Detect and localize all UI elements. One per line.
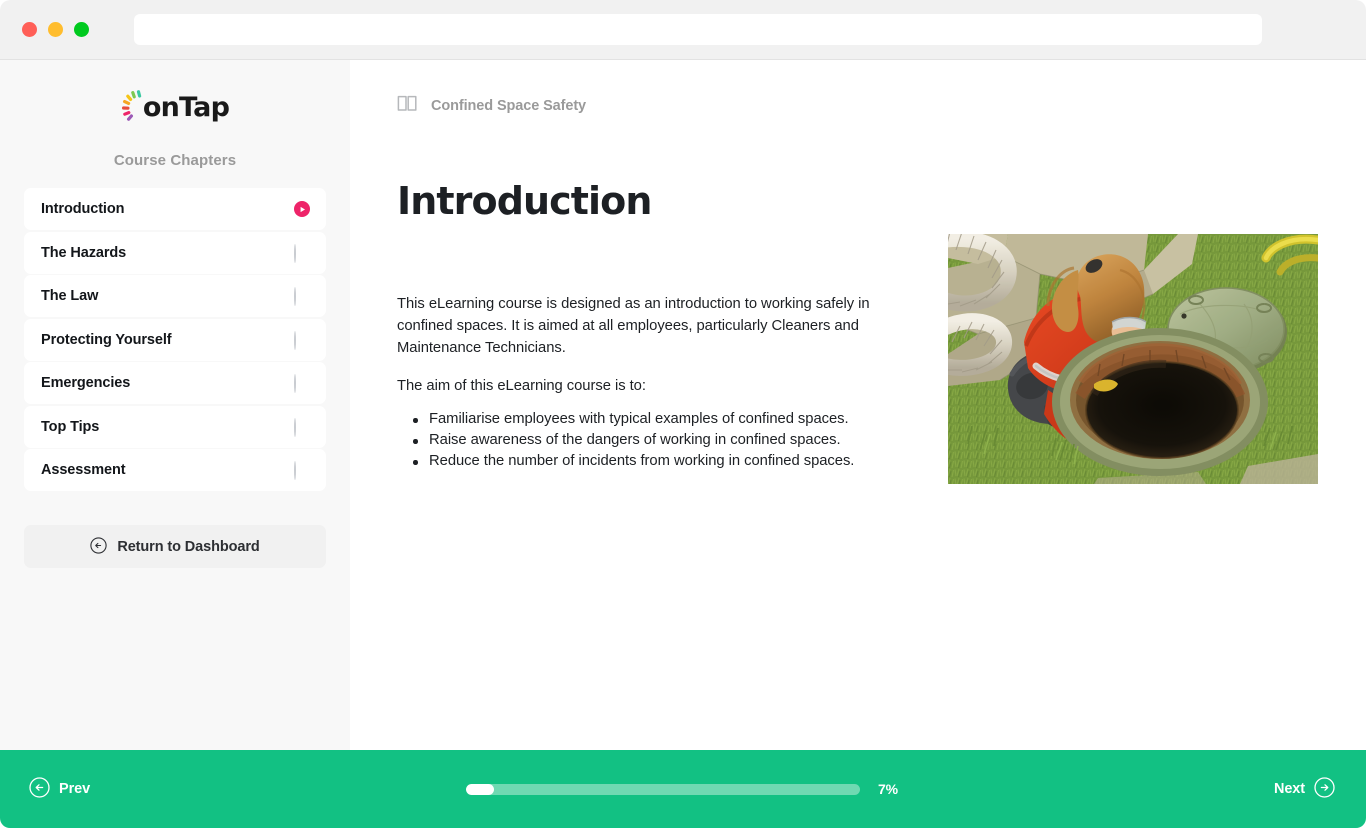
lesson-body: This eLearning course is designed as an …	[397, 294, 897, 472]
chapter-status-circle-icon[interactable]	[294, 374, 310, 393]
sidebar-item-emergencies[interactable]: Emergencies	[24, 362, 326, 404]
window-controls	[22, 22, 89, 37]
intro-paragraph: This eLearning course is designed as an …	[397, 296, 870, 356]
lesson-image	[948, 234, 1318, 484]
breadcrumb-label: Confined Space Safety	[431, 97, 587, 114]
browser-window: onTap Course Chapters Introduction The H…	[0, 0, 1366, 828]
progress-area: 7%	[466, 781, 898, 797]
book-icon	[397, 94, 418, 117]
chapter-label: Top Tips	[41, 418, 100, 435]
next-button[interactable]: Next	[1274, 777, 1335, 801]
return-to-dashboard-label: Return to Dashboard	[117, 538, 260, 555]
chapter-status-circle-icon[interactable]	[294, 243, 310, 263]
arrow-left-circle-icon	[90, 536, 107, 557]
sidebar: onTap Course Chapters Introduction The H…	[0, 60, 350, 750]
chapter-label: Introduction	[41, 201, 125, 217]
chapter-status-circle-icon[interactable]	[294, 417, 310, 437]
chapter-list: Introduction The Hazards The Law Protect…	[24, 188, 326, 493]
progress-bar-fill	[466, 783, 494, 795]
list-item: Raise awareness of the dangers of workin…	[397, 430, 897, 451]
sidebar-item-the-law[interactable]: The Law	[24, 275, 326, 317]
maximize-button[interactable]	[74, 22, 89, 37]
sidebar-item-the-hazards[interactable]: The Hazards	[24, 231, 326, 274]
arrow-left-circle-icon	[29, 777, 50, 801]
breadcrumb[interactable]: Confined Space Safety	[397, 94, 586, 117]
chapter-status-circle-icon[interactable]	[294, 461, 310, 480]
course-chapters-heading: Course Chapters	[113, 152, 237, 169]
sidebar-item-assessment[interactable]: Assessment	[24, 449, 326, 491]
progress-bar[interactable]	[466, 783, 860, 795]
aims-list: Familiarise employees with typical examp…	[397, 409, 897, 472]
address-bar[interactable]	[134, 14, 1262, 45]
sidebar-item-introduction[interactable]: Introduction	[24, 188, 326, 230]
list-item: Reduce the number of incidents from work…	[397, 451, 897, 472]
progress-percent-label: 7%	[878, 781, 899, 797]
page-body: onTap Course Chapters Introduction The H…	[0, 60, 1366, 828]
course-footer: Prev 7% Next	[0, 750, 1366, 828]
close-button[interactable]	[22, 22, 37, 37]
chapter-status-circle-icon[interactable]	[294, 330, 310, 350]
ontap-logo[interactable]: onTap	[0, 87, 350, 127]
chapter-label: Assessment	[41, 462, 126, 478]
arrow-right-circle-icon	[1314, 777, 1335, 801]
sidebar-item-top-tips[interactable]: Top Tips	[24, 405, 326, 448]
chapter-status-circle-icon[interactable]	[294, 287, 310, 306]
browser-title-bar	[0, 0, 1366, 60]
chapter-label: Emergencies	[41, 375, 131, 391]
minimize-button[interactable]	[48, 22, 63, 37]
chapter-label: Protecting Yourself	[41, 331, 172, 348]
page-title: Introduction	[397, 179, 652, 223]
logo-burst-icon	[121, 89, 147, 125]
return-to-dashboard-button[interactable]: Return to Dashboard	[24, 525, 326, 568]
chapter-label: The Law	[41, 288, 99, 304]
prev-button[interactable]: Prev	[29, 777, 90, 801]
chapter-status-play-icon[interactable]	[294, 201, 310, 217]
list-item: Familiarise employees with typical examp…	[397, 409, 897, 430]
aim-paragraph: The aim of this eLearning course is to:	[397, 378, 646, 395]
prev-label: Prev	[59, 781, 91, 797]
sidebar-item-protecting-yourself[interactable]: Protecting Yourself	[24, 318, 326, 361]
main-content: Confined Space Safety Introduction This …	[350, 60, 1366, 750]
chapter-label: The Hazards	[41, 244, 127, 261]
logo-text: onTap	[142, 91, 230, 123]
next-label: Next	[1273, 781, 1305, 797]
